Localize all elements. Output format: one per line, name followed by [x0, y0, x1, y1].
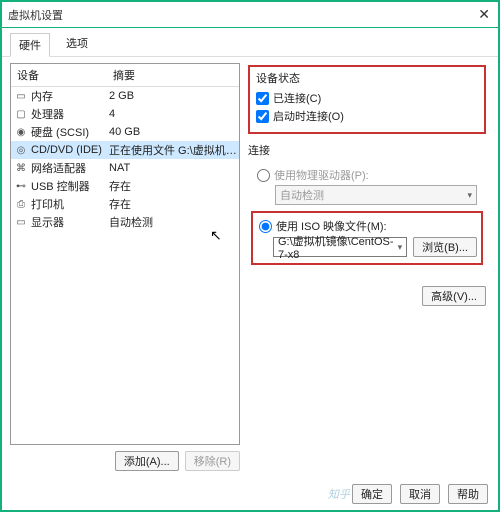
device-row[interactable]: ⊷ USB 控制器 存在	[11, 177, 239, 195]
window-title: 虚拟机设置	[8, 7, 63, 23]
help-button[interactable]: 帮助	[448, 484, 488, 504]
right-panel: 设备状态 已连接(C) 启动时连接(O) 连接 使用物理驱动器(P): 自动检测	[246, 63, 490, 471]
chevron-down-icon[interactable]: ▾	[398, 242, 403, 253]
browse-button[interactable]: 浏览(B)...	[413, 237, 477, 257]
advanced-button[interactable]: 高级(V)...	[422, 286, 486, 306]
content-area: 设备 摘要 ▭ 内存 2 GB ▢ 处理器 4 ◉ 硬盘 (SCSI) 40 GB ◎ CD/DVD…	[2, 57, 498, 477]
left-buttons: 添加(A)... 移除(R)	[10, 445, 240, 471]
device-row[interactable]: ▢ 处理器 4	[11, 105, 239, 123]
poweron-input[interactable]	[256, 110, 269, 123]
iso-path-dropdown[interactable]: G:\虚拟机镜像\CentOS-7-x8 ▾	[273, 237, 407, 257]
device-name: 显示器	[31, 214, 64, 230]
iso-radio[interactable]	[259, 220, 272, 233]
device-icon: ▢	[15, 108, 27, 120]
chevron-down-icon: ▾	[467, 190, 472, 201]
device-header: 设备 摘要	[11, 64, 239, 87]
connected-input[interactable]	[256, 92, 269, 105]
settings-window: 虚拟机设置 ✕ 硬件 选项 设备 摘要 ▭ 内存 2 GB ▢ 处理器 4 ◉ 硬盘 (SCS…	[0, 0, 500, 512]
device-icon: ⌘	[15, 162, 27, 174]
device-name: 内存	[31, 88, 53, 104]
device-name: CD/DVD (IDE)	[31, 144, 102, 156]
device-row[interactable]: ▭ 显示器 自动检测	[11, 213, 239, 231]
device-row[interactable]: ⌘ 网络适配器 NAT	[11, 159, 239, 177]
device-icon: ⎙	[15, 198, 27, 210]
tab-options[interactable]: 选项	[58, 32, 96, 56]
cancel-button[interactable]: 取消	[400, 484, 440, 504]
poweron-checkbox[interactable]: 启动时连接(O)	[256, 108, 480, 124]
device-summary: 4	[107, 108, 239, 120]
add-button[interactable]: 添加(A)...	[115, 451, 179, 471]
left-panel: 设备 摘要 ▭ 内存 2 GB ▢ 处理器 4 ◉ 硬盘 (SCSI) 40 GB ◎ CD/DVD…	[10, 63, 240, 471]
device-icon: ◎	[15, 144, 27, 156]
advanced-row: 高级(V)...	[248, 286, 486, 306]
footer: 确定 取消 帮助	[352, 484, 488, 504]
connected-label: 已连接(C)	[273, 90, 321, 106]
poweron-label: 启动时连接(O)	[273, 108, 344, 124]
status-group: 设备状态 已连接(C) 启动时连接(O)	[248, 65, 486, 134]
device-name: 处理器	[31, 106, 64, 122]
iso-label: 使用 ISO 映像文件(M):	[276, 218, 387, 234]
titlebar: 虚拟机设置 ✕	[2, 2, 498, 28]
device-row[interactable]: ⎙ 打印机 存在	[11, 195, 239, 213]
device-summary: 40 GB	[107, 126, 239, 138]
ok-button[interactable]: 确定	[352, 484, 392, 504]
device-row[interactable]: ◎ CD/DVD (IDE) 正在使用文件 G:\虚拟机镜像\C...	[11, 141, 239, 159]
physical-radio-row[interactable]: 使用物理驱动器(P):	[257, 167, 483, 183]
connected-checkbox[interactable]: 已连接(C)	[256, 90, 480, 106]
device-summary: 自动检测	[107, 214, 239, 230]
autodetect-text: 自动检测	[280, 187, 324, 203]
remove-button: 移除(R)	[185, 451, 240, 471]
physical-radio[interactable]	[257, 169, 270, 182]
iso-radio-row[interactable]: 使用 ISO 映像文件(M):	[259, 218, 477, 234]
col-summary: 摘要	[107, 64, 239, 86]
device-summary: NAT	[107, 162, 239, 174]
connection-title: 连接	[248, 142, 486, 158]
device-icon: ⊷	[15, 180, 27, 192]
device-row[interactable]: ▭ 内存 2 GB	[11, 87, 239, 105]
col-device: 设备	[11, 64, 107, 86]
status-title: 设备状态	[256, 70, 480, 86]
device-row[interactable]: ◉ 硬盘 (SCSI) 40 GB	[11, 123, 239, 141]
tabs: 硬件 选项	[2, 28, 498, 57]
iso-path-text: G:\虚拟机镜像\CentOS-7-x8	[278, 233, 398, 261]
device-name: 硬盘 (SCSI)	[31, 124, 89, 140]
device-summary: 2 GB	[107, 90, 239, 102]
device-name: USB 控制器	[31, 178, 90, 194]
device-icon: ▭	[15, 90, 27, 102]
iso-group: 使用 ISO 映像文件(M): G:\虚拟机镜像\CentOS-7-x8 ▾ 浏…	[251, 211, 483, 265]
device-name: 打印机	[31, 196, 64, 212]
tab-hardware[interactable]: 硬件	[10, 33, 50, 57]
device-list[interactable]: 设备 摘要 ▭ 内存 2 GB ▢ 处理器 4 ◉ 硬盘 (SCSI) 40 GB ◎ CD/DVD…	[10, 63, 240, 445]
close-icon[interactable]: ✕	[478, 6, 490, 23]
device-icon: ▭	[15, 216, 27, 228]
physical-dropdown: 自动检测 ▾	[275, 185, 477, 205]
device-summary: 存在	[107, 196, 239, 212]
physical-label: 使用物理驱动器(P):	[274, 167, 369, 183]
device-icon: ◉	[15, 126, 27, 138]
device-summary: 存在	[107, 178, 239, 194]
device-name: 网络适配器	[31, 160, 86, 176]
connection-group: 使用物理驱动器(P): 自动检测 ▾ 使用 ISO 映像文件(M): G:\虚拟…	[248, 162, 486, 280]
device-summary: 正在使用文件 G:\虚拟机镜像\C...	[107, 142, 239, 158]
